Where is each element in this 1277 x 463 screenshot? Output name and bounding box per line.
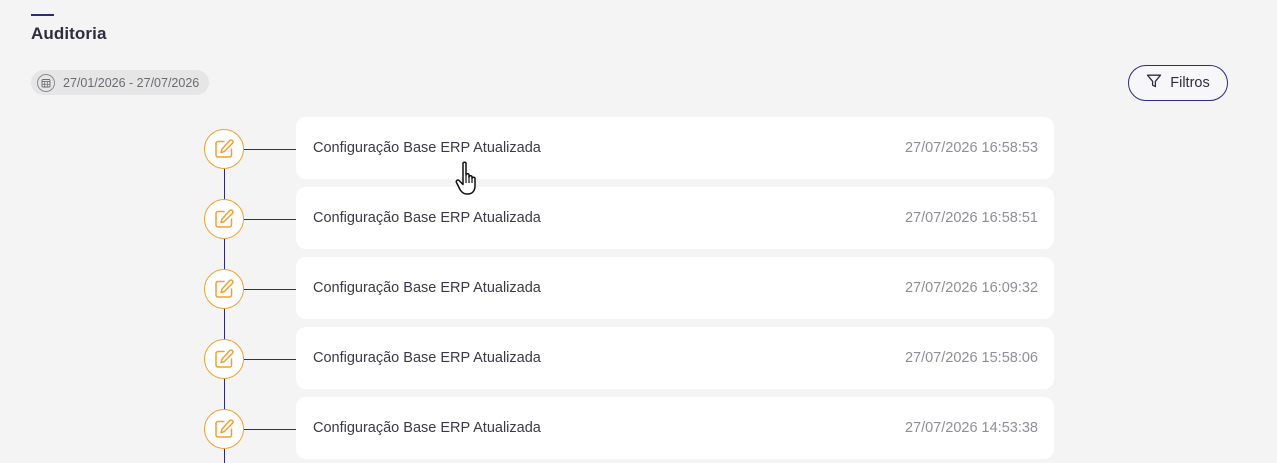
filter-icon (1146, 73, 1162, 93)
audit-entry-timestamp: 27/07/2026 14:53:38 (904, 420, 1038, 436)
title-accent-bar (31, 14, 54, 16)
audit-entry-title: Configuração Base ERP Atualizada (313, 350, 541, 366)
audit-entry-title: Configuração Base ERP Atualizada (313, 420, 541, 436)
filters-button[interactable]: Filtros (1128, 65, 1228, 101)
audit-entry-row: Configuração Base ERP Atualizada 27/07/20… (0, 187, 1277, 249)
audit-entry-card[interactable]: Configuração Base ERP Atualizada 27/07/20… (296, 327, 1054, 389)
date-range-chip[interactable]: 27/01/2026 - 27/07/2026 (31, 70, 210, 95)
audit-entry-card[interactable]: Configuração Base ERP Atualizada 27/07/20… (296, 397, 1054, 459)
audit-entry-timestamp: 27/07/2026 15:58:06 (904, 350, 1038, 366)
audit-entry-card[interactable]: Configuração Base ERP Atualizada 27/07/20… (296, 187, 1054, 249)
audit-entry-card[interactable]: Configuração Base ERP Atualizada 27/07/20… (296, 117, 1054, 179)
timeline-connector (244, 148, 296, 150)
audit-entry-row: Configuração Base ERP Atualizada 27/07/20… (0, 397, 1277, 459)
date-range-label: 27/01/2026 - 27/07/2026 (63, 75, 200, 90)
audit-entry-title: Configuração Base ERP Atualizada (313, 140, 541, 156)
audit-entry-row: Configuração Base ERP Atualizada 27/07/20… (0, 327, 1277, 389)
audit-entry-row: Configuração Base ERP Atualizada 27/07/20… (0, 257, 1277, 319)
audit-entry-title: Configuração Base ERP Atualizada (313, 210, 541, 226)
edit-icon (204, 409, 244, 449)
edit-icon (204, 339, 244, 379)
audit-entry-card[interactable]: Configuração Base ERP Atualizada 27/07/20… (296, 257, 1054, 319)
edit-icon (204, 269, 244, 309)
filters-button-label: Filtros (1170, 75, 1210, 91)
audit-entry-row: Configuração Base ERP Atualizada 27/07/20… (0, 117, 1277, 179)
timeline-connector (244, 288, 296, 290)
hand-pointer-cursor (455, 160, 483, 203)
edit-icon (204, 199, 244, 239)
audit-entry-timestamp: 27/07/2026 16:58:51 (904, 210, 1038, 226)
calendar-icon (37, 73, 55, 92)
edit-icon (204, 129, 244, 169)
timeline-connector (244, 428, 296, 430)
timeline-connector (244, 218, 296, 220)
page-title: Auditoria (31, 24, 107, 43)
audit-entry-timestamp: 27/07/2026 16:09:32 (904, 280, 1038, 296)
audit-page: Auditoria 27/01/2026 - 27/07/2026 Filtro… (0, 0, 1277, 463)
audit-entry-title: Configuração Base ERP Atualizada (313, 280, 541, 296)
audit-entry-timestamp: 27/07/2026 16:58:53 (904, 140, 1038, 156)
timeline-connector (244, 358, 296, 360)
